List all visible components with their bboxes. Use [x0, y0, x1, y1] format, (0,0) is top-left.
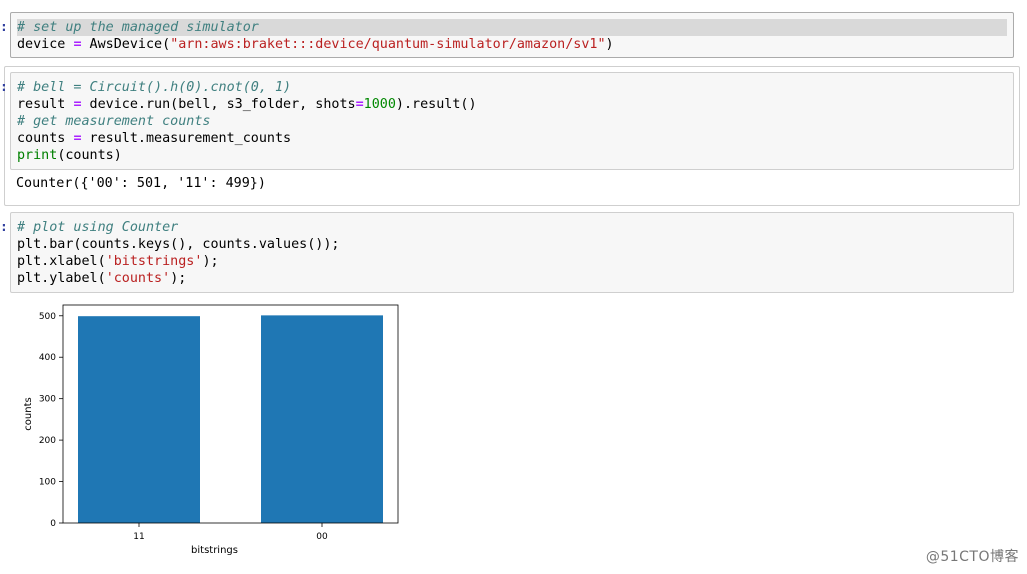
- code-line: plt.bar(counts.keys(), counts.values());: [17, 236, 339, 253]
- code-token: device.run(bell, s3_folder, shots: [81, 97, 356, 112]
- code-token: (counts): [57, 148, 122, 163]
- code-cell-1-source[interactable]: # set up the managed simulator device = A…: [17, 19, 1007, 53]
- code-token: =: [73, 97, 82, 112]
- code-token: plt.bar(counts.keys(), counts.values());: [17, 237, 340, 252]
- code-token: 'counts': [105, 271, 171, 286]
- code-cell-3-source[interactable]: # plot using Counter plt.bar(counts.keys(…: [17, 219, 339, 287]
- code-line: plt.ylabel('counts');: [17, 270, 339, 287]
- code-cell-3[interactable]: # plot using Counter plt.bar(counts.keys(…: [10, 212, 1014, 293]
- code-token: ): [605, 37, 614, 52]
- cell-1-prompt: :: [0, 20, 8, 35]
- code-token: counts: [17, 131, 74, 146]
- code-token: result.measurement_counts: [81, 131, 292, 146]
- code-token: 'bitstrings': [105, 254, 203, 269]
- cell-3-prompt: :: [0, 220, 8, 235]
- code-token: );: [170, 271, 187, 286]
- x-axis-label: bitstrings: [191, 545, 238, 556]
- bar-chart: 11 000100200300400500bitstringscounts: [23, 304, 399, 556]
- code-token: "arn:aws:braket:::device/quantum-simulat…: [170, 37, 606, 52]
- bar-00: [261, 315, 383, 523]
- code-cell-1[interactable]: # set up the managed simulator device = A…: [10, 12, 1014, 58]
- cell-2-prompt: :: [0, 80, 8, 95]
- code-token: # plot using Counter: [17, 220, 179, 235]
- code-token: # bell = Circuit().h(0).cnot(0, 1): [17, 80, 292, 95]
- code-line: # bell = Circuit().h(0).cnot(0, 1): [17, 79, 477, 96]
- code-line: # plot using Counter: [17, 219, 339, 236]
- code-cell-2[interactable]: # bell = Circuit().h(0).cnot(0, 1) result…: [10, 72, 1014, 170]
- code-token: print: [17, 148, 58, 163]
- y-tick-label: 500: [39, 312, 56, 322]
- code-token: # get measurement counts: [17, 114, 211, 129]
- code-token: ).result(): [395, 97, 477, 112]
- x-tick-label: 11: [133, 532, 144, 542]
- y-tick-label: 400: [39, 353, 56, 363]
- code-token: );: [202, 254, 219, 269]
- x-tick-label: 00: [316, 532, 328, 542]
- code-line: device = AwsDevice("arn:aws:braket:::dev…: [17, 36, 1007, 53]
- code-token: =: [73, 131, 82, 146]
- watermark: @51CTO博客: [925, 549, 1019, 565]
- y-tick-label: 0: [50, 519, 56, 529]
- code-token: =: [73, 37, 82, 52]
- code-token: result: [17, 97, 74, 112]
- code-token: # set up the managed simulator: [17, 20, 259, 35]
- code-token: =: [355, 97, 364, 112]
- y-tick-label: 100: [39, 478, 56, 488]
- y-tick-label: 300: [39, 395, 56, 405]
- code-line: # set up the managed simulator: [17, 19, 1007, 36]
- code-token: plt.ylabel(: [17, 271, 106, 286]
- code-line: counts = result.measurement_counts: [17, 130, 477, 147]
- code-cell-2-source[interactable]: # bell = Circuit().h(0).cnot(0, 1) result…: [17, 79, 477, 164]
- code-token: 1000: [363, 97, 396, 112]
- code-token: plt.xlabel(: [17, 254, 106, 269]
- code-line: result = device.run(bell, s3_folder, sho…: [17, 96, 477, 113]
- y-axis-label: counts: [23, 397, 34, 430]
- code-token: AwsDevice(: [81, 37, 171, 52]
- code-token: device: [17, 37, 74, 52]
- bar-11: [78, 316, 200, 523]
- cell-2-output: Counter({'00': 501, '11': 499}): [16, 176, 266, 191]
- y-tick-label: 200: [39, 436, 56, 446]
- code-line: plt.xlabel('bitstrings');: [17, 253, 339, 270]
- code-line: # get measurement counts: [17, 113, 477, 130]
- code-line: print(counts): [17, 147, 477, 164]
